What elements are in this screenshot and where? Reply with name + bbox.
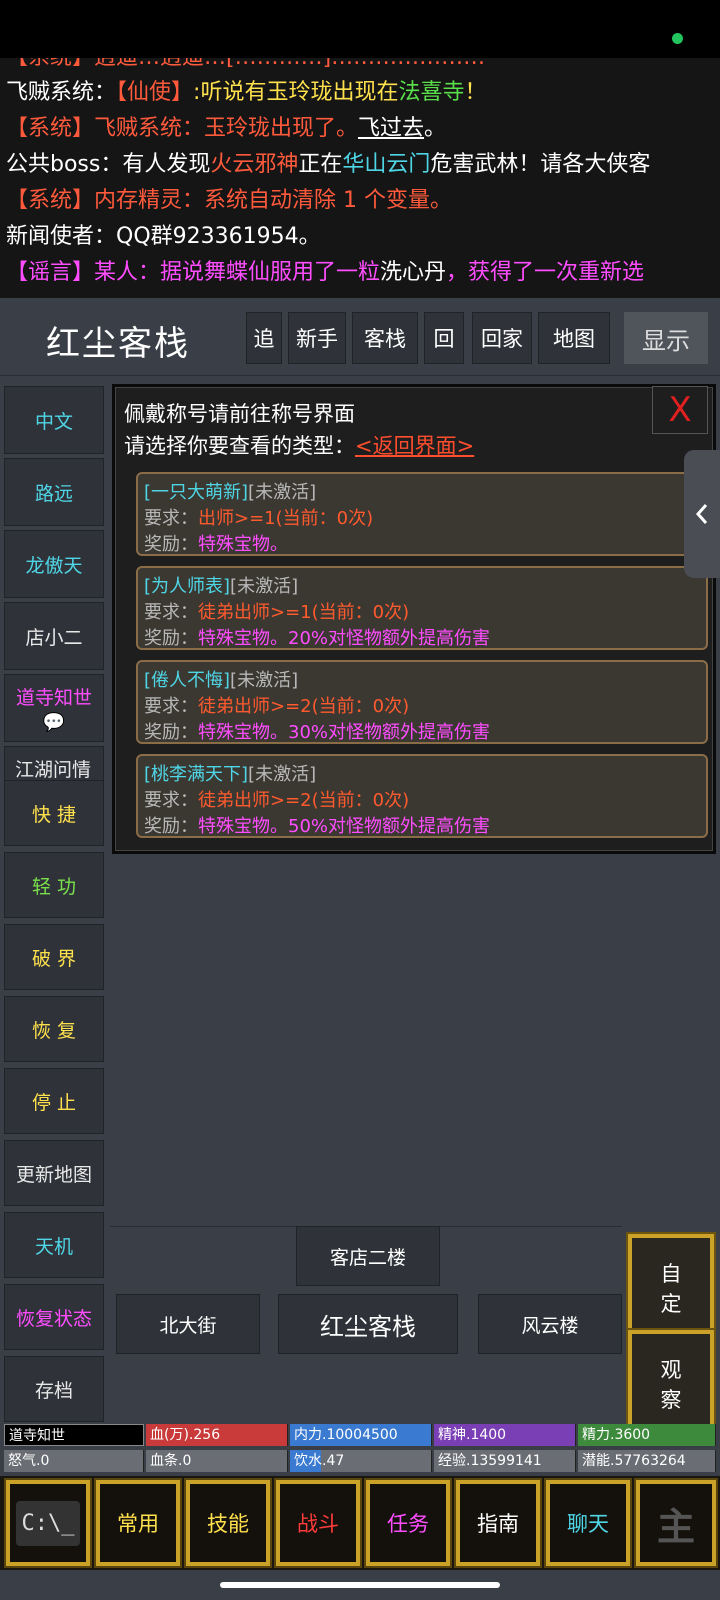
console-icon: C:\_ bbox=[15, 1500, 81, 1546]
fly-link[interactable]: 飞过去 bbox=[358, 116, 424, 141]
stop-button[interactable]: 停 止 bbox=[4, 1068, 104, 1134]
home-indicator[interactable] bbox=[220, 1582, 500, 1588]
title-reward-line: 奖励：特殊宝物。20%对怪物额外提高伤害 bbox=[144, 628, 491, 649]
title-reward-line: 奖励：特殊宝物。 bbox=[144, 534, 288, 555]
status-bar bbox=[0, 0, 720, 58]
chat-line: 【谣言】某人：据说舞蝶仙服用了一粒洗心丹，获得了一次重新选 bbox=[6, 260, 645, 285]
jingli-stat: 精力.3600 bbox=[578, 1424, 716, 1446]
chase-button[interactable]: 追 bbox=[246, 312, 282, 364]
tab-zhinan[interactable]: 指南 bbox=[454, 1478, 542, 1568]
inn-button[interactable]: 客栈 bbox=[352, 312, 418, 364]
player-name: 道寺知世 bbox=[4, 1424, 144, 1446]
jingyan-stat: 经验.13599141 bbox=[434, 1450, 576, 1472]
newbie-button[interactable]: 新手 bbox=[288, 312, 346, 364]
room-title: 红尘客栈 bbox=[46, 324, 190, 364]
go-home-button[interactable]: 回家 bbox=[472, 312, 532, 364]
title-name-line: [倦人不悔][未激活] bbox=[144, 670, 299, 691]
exit-up-button[interactable]: 客店二楼 bbox=[296, 1226, 440, 1286]
main-menu-tab[interactable]: 主 bbox=[634, 1478, 718, 1568]
return-link[interactable]: <返回界面> bbox=[355, 434, 474, 458]
show-button[interactable]: 显示 bbox=[624, 312, 708, 364]
sidebar-npc-dianxiaoer[interactable]: 店小二 bbox=[4, 602, 104, 670]
xuetiao-stat: 血条.0 bbox=[146, 1450, 288, 1472]
chat-log[interactable]: 【系统】逍遥…逍遥…[…………]………………… 飞贼系统：【仙使】:听说有玉玲珑… bbox=[0, 58, 720, 298]
drawer-toggle-button[interactable] bbox=[684, 450, 720, 578]
exit-right-button[interactable]: 风云楼 bbox=[478, 1294, 622, 1354]
panel-hint: 佩戴称号请前往称号界面 bbox=[124, 402, 355, 426]
recover-button[interactable]: 恢 复 bbox=[4, 996, 104, 1062]
sidebar-npc-longaotian[interactable]: 龙傲天 bbox=[4, 530, 104, 598]
sidebar-npc-zhongwen[interactable]: 中文 bbox=[4, 386, 104, 454]
chevron-left-icon bbox=[695, 504, 708, 524]
save-button[interactable]: 存档 bbox=[4, 1356, 104, 1422]
sidebar-npc-jianghuwenqing[interactable]: 江湖问情 bbox=[4, 746, 104, 784]
chat-line: 【系统】内存精灵：系统自动清除 1 个变量。 bbox=[6, 188, 452, 213]
tab-renwu[interactable]: 任务 bbox=[364, 1478, 452, 1568]
title-requirement-line: 要求：徒弟出师>=1(当前：0次) bbox=[144, 602, 410, 623]
qianneng-stat: 潜能.57763264 bbox=[578, 1450, 716, 1472]
chat-bubble-icon: 💬 bbox=[42, 712, 66, 733]
map-button[interactable]: 地图 bbox=[538, 312, 610, 364]
pojie-button[interactable]: 破 界 bbox=[4, 924, 104, 990]
title-name-line: [为人师表][未激活] bbox=[144, 576, 299, 597]
title-requirement-line: 要求：徒弟出师>=2(当前：0次) bbox=[144, 790, 410, 811]
tab-changyong[interactable]: 常用 bbox=[94, 1478, 182, 1568]
chat-line: 新闻使者：QQ群923361954。 bbox=[6, 224, 321, 249]
yinshui-stat: 饮水.47 bbox=[290, 1450, 432, 1472]
tab-jineng[interactable]: 技能 bbox=[184, 1478, 272, 1568]
nuqi-stat: 怒气.0 bbox=[4, 1450, 144, 1472]
restore-status-button[interactable]: 恢复状态 bbox=[4, 1284, 104, 1350]
custom-button[interactable]: 自定 bbox=[626, 1232, 716, 1346]
close-panel-button[interactable]: X bbox=[652, 386, 708, 434]
jingshen-stat: 精神.1400 bbox=[434, 1424, 576, 1446]
title-name-line: [一只大萌新][未激活] bbox=[144, 482, 317, 503]
hp-stat: 血(万).256 bbox=[146, 1424, 288, 1446]
panel-prompt: 请选择你要查看的类型：<返回界面> bbox=[124, 434, 475, 458]
sidebar-npc-luyuan[interactable]: 路远 bbox=[4, 458, 104, 526]
qinggong-button[interactable]: 轻 功 bbox=[4, 852, 104, 918]
current-room-button[interactable]: 红尘客栈 bbox=[278, 1294, 458, 1354]
notification-dot-icon bbox=[672, 33, 683, 44]
sidebar-npc-daosizhishi[interactable]: 道寺知世 💬 bbox=[4, 674, 104, 742]
chat-line: 【系统】逍遥…逍遥…[…………]………………… bbox=[6, 58, 485, 76]
tianji-button[interactable]: 天机 bbox=[4, 1212, 104, 1278]
chat-line: 飞贼系统：【仙使】:听说有玉玲珑出现在法喜寺！ bbox=[6, 80, 487, 105]
back-button[interactable]: 回 bbox=[424, 312, 464, 364]
title-requirement-line: 要求：出师>=1(当前：0次) bbox=[144, 508, 374, 529]
exit-left-button[interactable]: 北大街 bbox=[116, 1294, 260, 1354]
tab-zhandou[interactable]: 战斗 bbox=[274, 1478, 362, 1568]
neili-stat: 内力.10004500 bbox=[290, 1424, 432, 1446]
shortcut-button[interactable]: 快 捷 bbox=[4, 780, 104, 846]
chat-line: 【系统】飞贼系统：玉玲珑出现了。飞过去。 bbox=[6, 116, 447, 141]
title-reward-line: 奖励：特殊宝物。30%对怪物额外提高伤害 bbox=[144, 722, 491, 743]
title-name-line: [桃李满天下][未激活] bbox=[144, 764, 317, 785]
title-reward-line: 奖励：特殊宝物。50%对怪物额外提高伤害 bbox=[144, 816, 491, 837]
console-tab[interactable]: C:\_ bbox=[4, 1478, 92, 1568]
title-requirement-line: 要求：徒弟出师>=2(当前：0次) bbox=[144, 696, 410, 717]
chat-line: 公共boss：有人发现火云邪神正在华山云门危害武林！请各大侠客 bbox=[6, 152, 651, 177]
update-map-button[interactable]: 更新地图 bbox=[4, 1140, 104, 1206]
tab-liaotian[interactable]: 聊天 bbox=[544, 1478, 632, 1568]
